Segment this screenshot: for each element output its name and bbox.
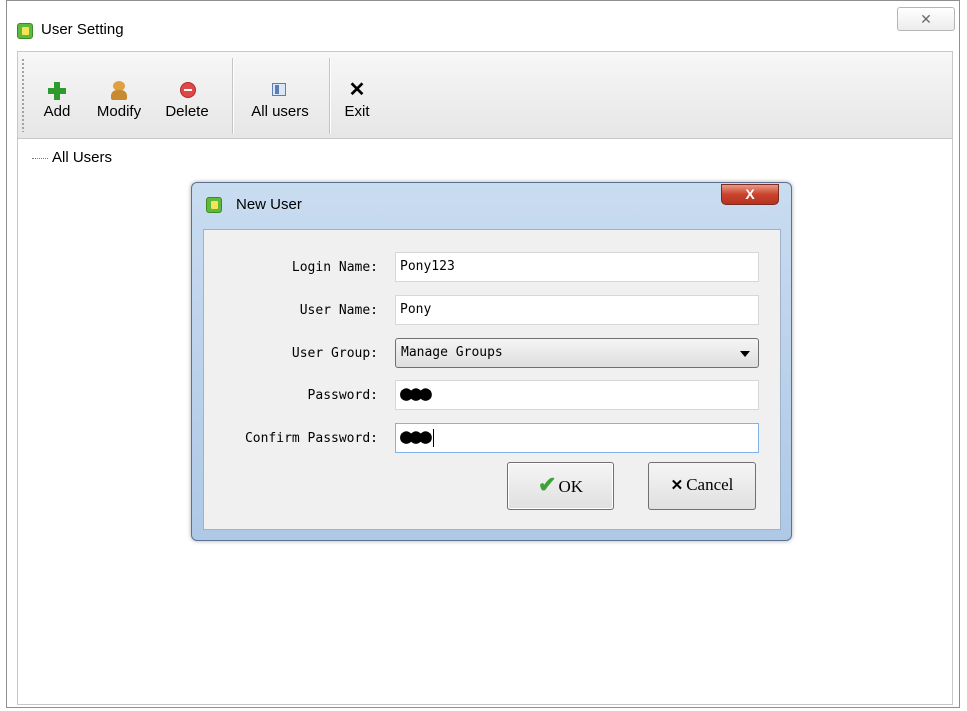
confirm-password-value: ●●● <box>400 424 432 448</box>
tree-item-label: All Users <box>52 149 113 166</box>
user-edit-icon <box>108 80 130 102</box>
checkmark-icon: ✔ <box>538 472 557 497</box>
users-list-icon <box>269 80 291 102</box>
toolbar-grip[interactable] <box>21 58 25 132</box>
user-group-value: Manage Groups <box>401 345 503 360</box>
chevron-down-icon <box>740 351 750 357</box>
dialog-title: New User <box>236 196 302 213</box>
add-button[interactable]: Add <box>40 80 74 122</box>
user-group-label: User Group: <box>291 346 378 361</box>
x-icon: ✕ <box>670 477 684 494</box>
password-field[interactable]: ●●● <box>395 380 759 410</box>
dialog-close-button[interactable]: X <box>721 184 779 205</box>
delete-button[interactable]: Delete <box>156 80 218 122</box>
window-title: User Setting <box>41 21 124 38</box>
dialog-app-icon <box>206 197 222 213</box>
user-name-field[interactable]: Pony <box>395 295 759 325</box>
password-label: Password: <box>307 388 378 403</box>
exit-button[interactable]: ✕ Exit <box>340 80 374 122</box>
cancel-button-label: Cancel <box>686 475 734 494</box>
window-titlebar: User Setting ✕ <box>7 1 959 47</box>
ok-button-label: OK <box>558 477 583 496</box>
app-icon <box>17 23 33 39</box>
user-group-select[interactable]: Manage Groups <box>395 338 759 368</box>
text-caret <box>432 428 434 447</box>
add-button-label: Add <box>43 103 71 120</box>
login-name-label: Login Name: <box>291 260 378 275</box>
tree-connector <box>32 157 48 159</box>
modify-button-label: Modify <box>96 103 142 120</box>
all-users-button[interactable]: All users <box>242 80 318 122</box>
delete-icon <box>176 80 198 102</box>
modify-button[interactable]: Modify <box>89 80 149 122</box>
toolbar-separator <box>329 58 331 134</box>
tree-item-all-users[interactable]: All Users <box>32 149 112 166</box>
user-name-value: Pony <box>400 302 432 317</box>
toolbar-separator <box>232 58 234 134</box>
confirm-password-field[interactable]: ●●● <box>395 423 759 453</box>
plus-icon <box>46 80 68 102</box>
window-close-button[interactable]: ✕ <box>897 7 955 31</box>
all-users-button-label: All users <box>251 103 309 120</box>
ok-button[interactable]: ✔ OK <box>507 462 614 510</box>
user-name-label: User Name: <box>299 303 378 318</box>
delete-button-label: Delete <box>165 103 209 120</box>
password-value: ●●● <box>400 381 432 405</box>
confirm-password-label: Confirm Password: <box>244 431 378 446</box>
close-icon: ✕ <box>348 79 366 101</box>
exit-button-label: Exit <box>344 103 370 120</box>
cancel-button[interactable]: ✕ Cancel <box>648 462 756 510</box>
login-name-field[interactable]: Pony123 <box>395 252 759 282</box>
toolbar: Add Modify Delete All users ✕ Exit <box>17 51 953 139</box>
login-name-value: Pony123 <box>400 259 455 274</box>
